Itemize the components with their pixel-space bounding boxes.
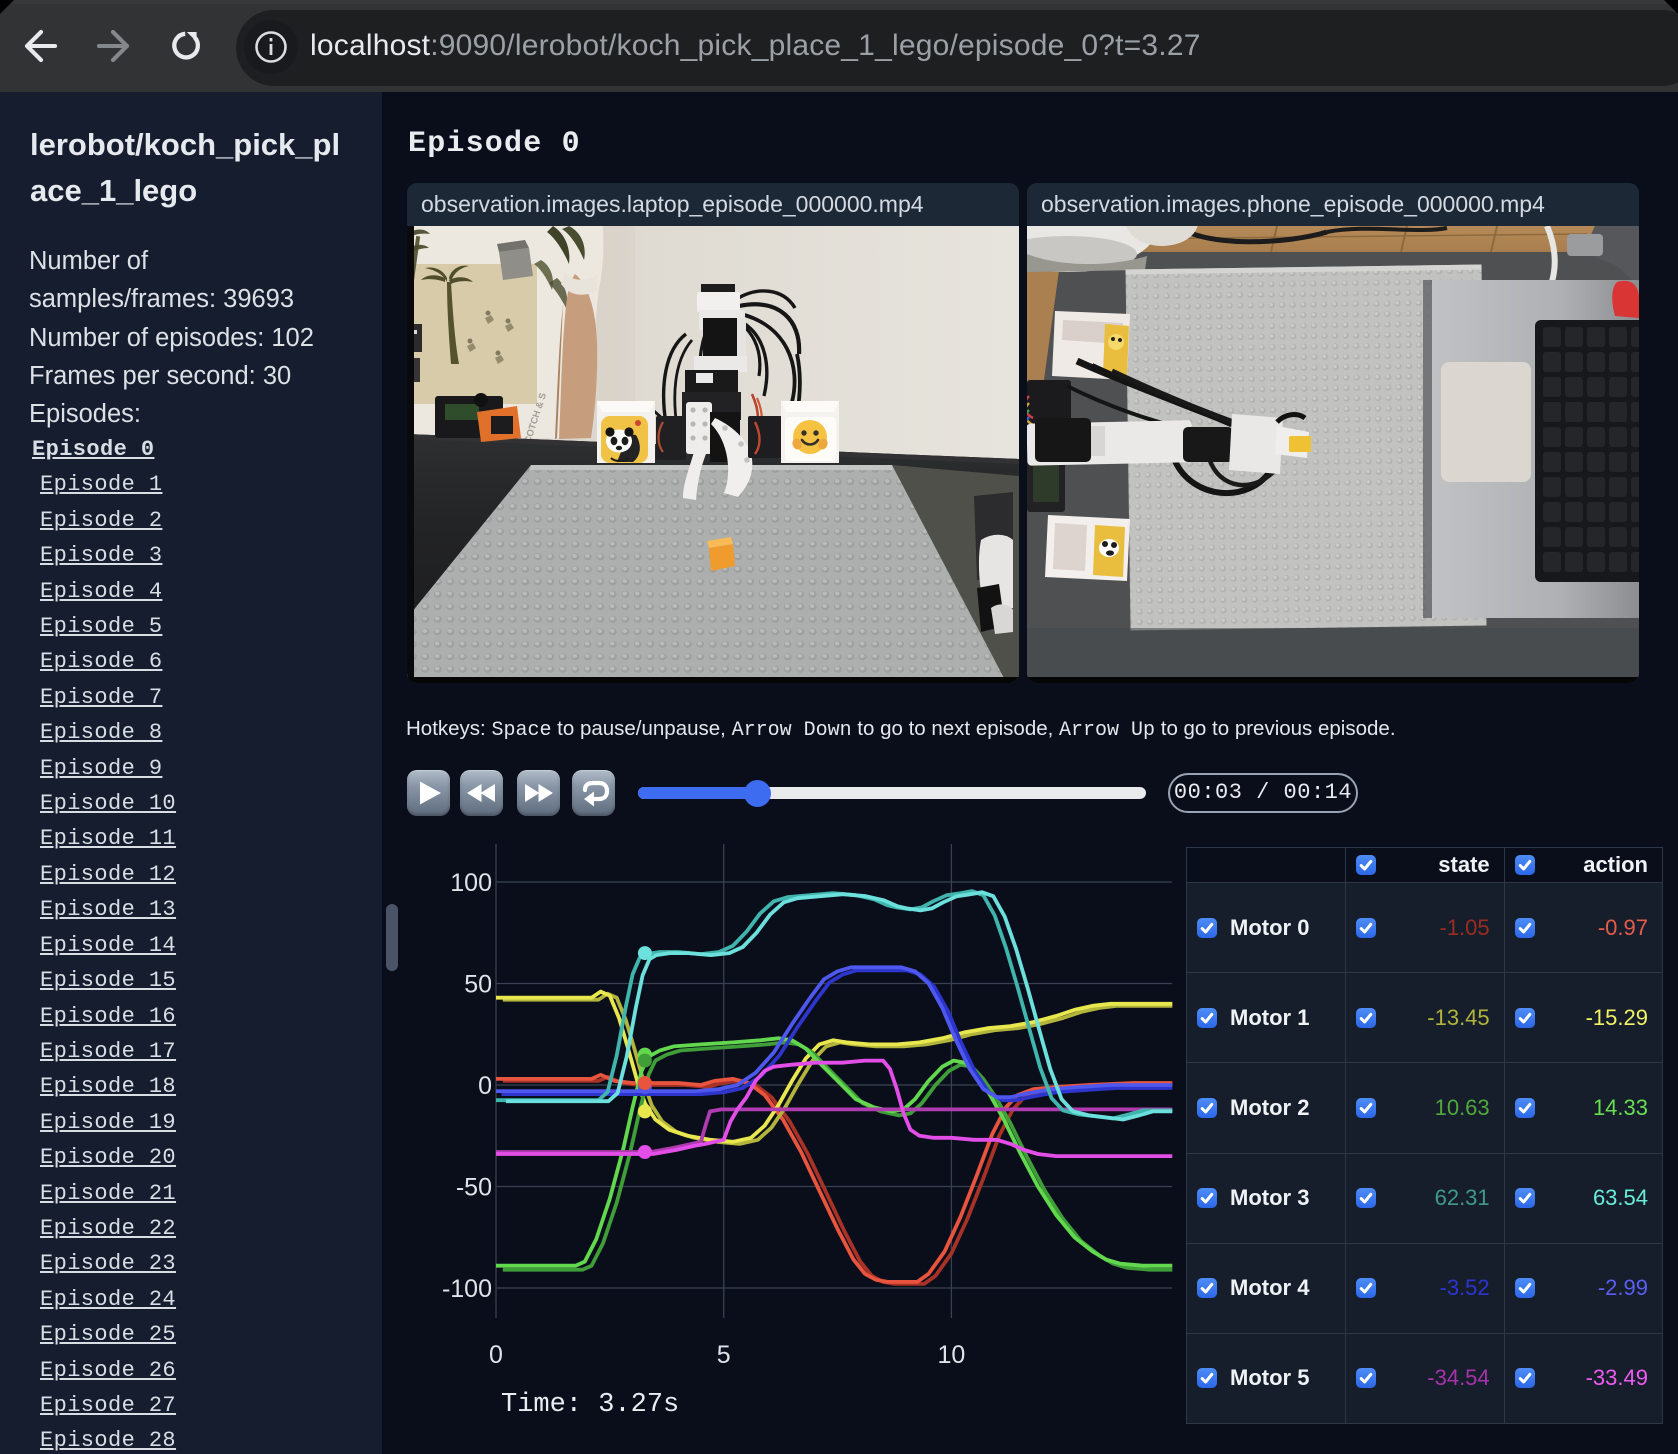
svg-text:-50: -50	[456, 1174, 492, 1202]
svg-text:0: 0	[478, 1072, 492, 1100]
svg-text:0: 0	[489, 1341, 503, 1369]
svg-text:-100: -100	[442, 1275, 492, 1303]
svg-text:100: 100	[450, 869, 492, 897]
svg-text:Time: 3.27s: Time: 3.27s	[501, 1390, 679, 1420]
svg-text:5: 5	[717, 1341, 731, 1369]
svg-text:10: 10	[937, 1341, 965, 1369]
svg-text:50: 50	[464, 971, 492, 999]
